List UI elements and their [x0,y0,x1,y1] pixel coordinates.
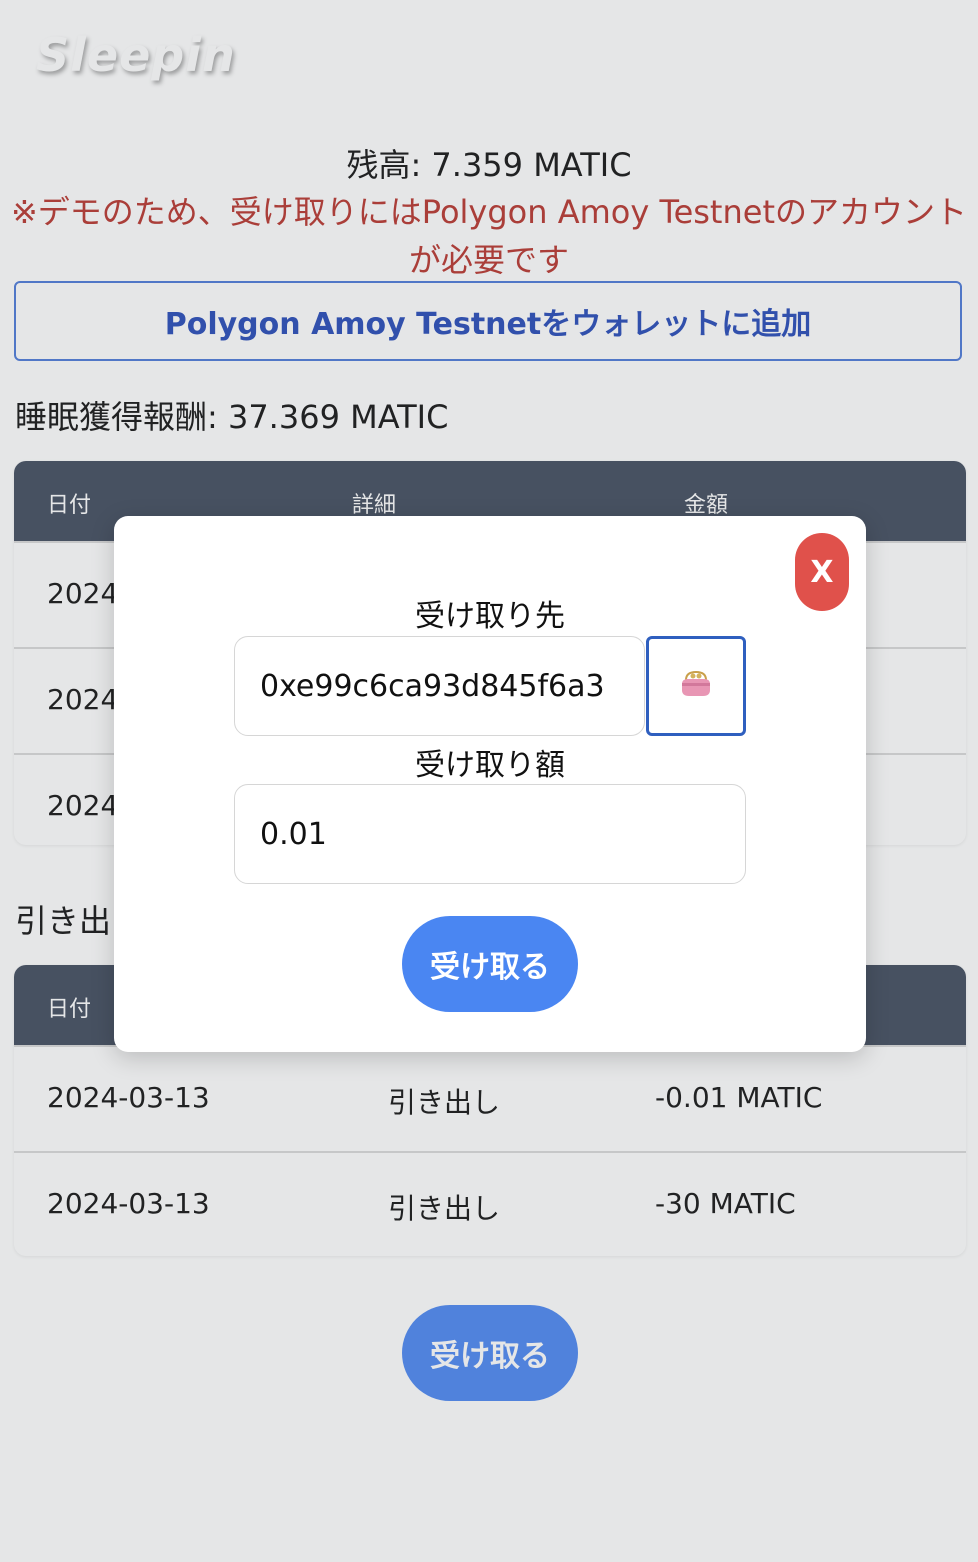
claim-modal: X 受け取り先 0xe99c6ca93d845f6a3 受け取り額 0.01 受… [114,516,866,1052]
purse-icon [679,670,713,702]
amount-label: 受け取り額 [415,748,565,783]
recipient-label: 受け取り先 [415,599,565,634]
recipient-address-input[interactable]: 0xe99c6ca93d845f6a3 [234,636,645,736]
wallet-connect-button[interactable] [646,636,746,736]
amount-input[interactable]: 0.01 [234,784,746,884]
modal-claim-button[interactable]: 受け取る [402,916,578,1012]
